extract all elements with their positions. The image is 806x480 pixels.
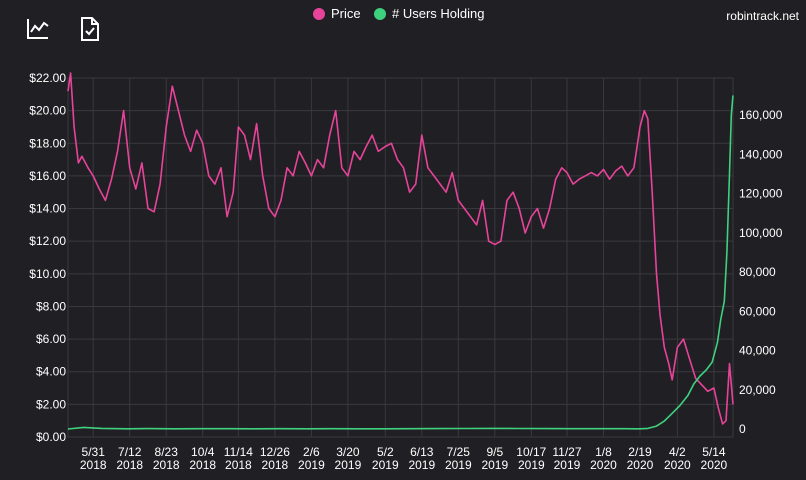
right-axis-tick-label: 60,000	[739, 304, 776, 318]
right-axis-tick-label: 0	[739, 422, 746, 436]
x-axis-tick-label: 2019	[518, 458, 545, 472]
left-axis-ticks: $0.00 $2.00 $4.00 $6.00 $8.00 $10.00 $12.00 $14…	[29, 71, 66, 444]
series-line-users	[67, 95, 734, 430]
x-axis-tick-label: 7/25	[447, 445, 471, 459]
x-axis-tick-label: 3/20	[336, 445, 360, 459]
left-axis-tick-label: $12.00	[29, 234, 66, 248]
left-axis-tick-label: $2.00	[36, 397, 66, 411]
x-axis-tick-label: 8/23	[155, 445, 179, 459]
series-lines	[67, 72, 734, 430]
x-axis-tick-label: 2018	[80, 458, 107, 472]
x-axis-tick-label: 11/27	[552, 445, 581, 459]
x-axis-tick-label: 2020	[664, 458, 691, 472]
plot-border	[67, 77, 734, 438]
right-axis-tick-label: 120,000	[739, 187, 783, 201]
x-axis-tick-label: 11/14	[224, 445, 253, 459]
x-axis-tick-label: 10/4	[191, 445, 215, 459]
right-axis-tick-label: 20,000	[739, 383, 776, 397]
x-axis-tick-label: 7/12	[118, 445, 142, 459]
x-axis-tick-label: 5/14	[702, 445, 726, 459]
x-axis-tick-label: 2020	[627, 458, 654, 472]
left-axis-tick-label: $16.00	[29, 169, 66, 183]
left-axis-tick-label: $18.00	[29, 136, 66, 150]
x-axis-tick-label: 2018	[116, 458, 143, 472]
x-axis-tick-label: 2/19	[628, 445, 652, 459]
x-axis-tick-label: 6/13	[410, 445, 434, 459]
x-axis-tick-label: 2018	[262, 458, 289, 472]
left-axis-tick-label: $6.00	[36, 332, 66, 346]
grid-lines	[67, 77, 734, 438]
left-axis-tick-label: $10.00	[29, 267, 66, 281]
left-axis-tick-label: $20.00	[29, 104, 66, 118]
x-axis-tick-label: 2019	[481, 458, 508, 472]
x-axis-tick-label: 2/6	[303, 445, 320, 459]
right-axis-tick-label: 80,000	[739, 265, 776, 279]
left-axis-tick-label: $0.00	[36, 430, 66, 444]
right-axis-tick-label: 100,000	[739, 226, 783, 240]
x-axis-tick-label: 2020	[590, 458, 617, 472]
x-axis-tick-label: 2020	[701, 458, 728, 472]
x-axis-tick-label: 12/26	[260, 445, 290, 459]
x-axis-tick-label: 2019	[408, 458, 435, 472]
chart-app: Price # Users Holding robintrack.net $0.…	[0, 0, 806, 480]
x-axis-tick-label: 2018	[189, 458, 216, 472]
right-axis-tick-label: 40,000	[739, 344, 776, 358]
right-axis-tick-label: 160,000	[739, 108, 783, 122]
left-axis-tick-label: $22.00	[29, 71, 66, 85]
x-axis-ticks: 5/3120187/1220188/23201810/4201811/14201…	[80, 445, 728, 472]
x-axis-tick-label: 2019	[335, 458, 362, 472]
x-axis-tick-label: 2019	[554, 458, 581, 472]
right-axis-ticks: 0 20,000 40,000 60,000 80,000 100,000 120,000 1…	[739, 108, 783, 436]
x-axis-tick-label: 4/2	[669, 445, 686, 459]
x-axis-tick-label: 2018	[225, 458, 252, 472]
left-axis-tick-label: $14.00	[29, 202, 66, 216]
x-axis-tick-label: 5/31	[82, 445, 106, 459]
x-axis-tick-label: 9/5	[486, 445, 503, 459]
x-axis-tick-label: 2019	[445, 458, 472, 472]
x-axis-tick-label: 2019	[372, 458, 399, 472]
x-axis-tick-label: 10/17	[516, 445, 546, 459]
x-axis-tick-label: 2018	[153, 458, 180, 472]
left-axis-tick-label: $4.00	[36, 365, 66, 379]
x-axis-tick-label: 1/8	[595, 445, 612, 459]
left-axis-tick-label: $8.00	[36, 299, 66, 313]
x-axis-tick-label: 5/2	[377, 445, 394, 459]
price-users-chart: $0.00 $2.00 $4.00 $6.00 $8.00 $10.00 $12.00 $14…	[29, 71, 783, 472]
right-axis-tick-label: 140,000	[739, 147, 783, 161]
x-axis-tick-label: 2019	[298, 458, 325, 472]
